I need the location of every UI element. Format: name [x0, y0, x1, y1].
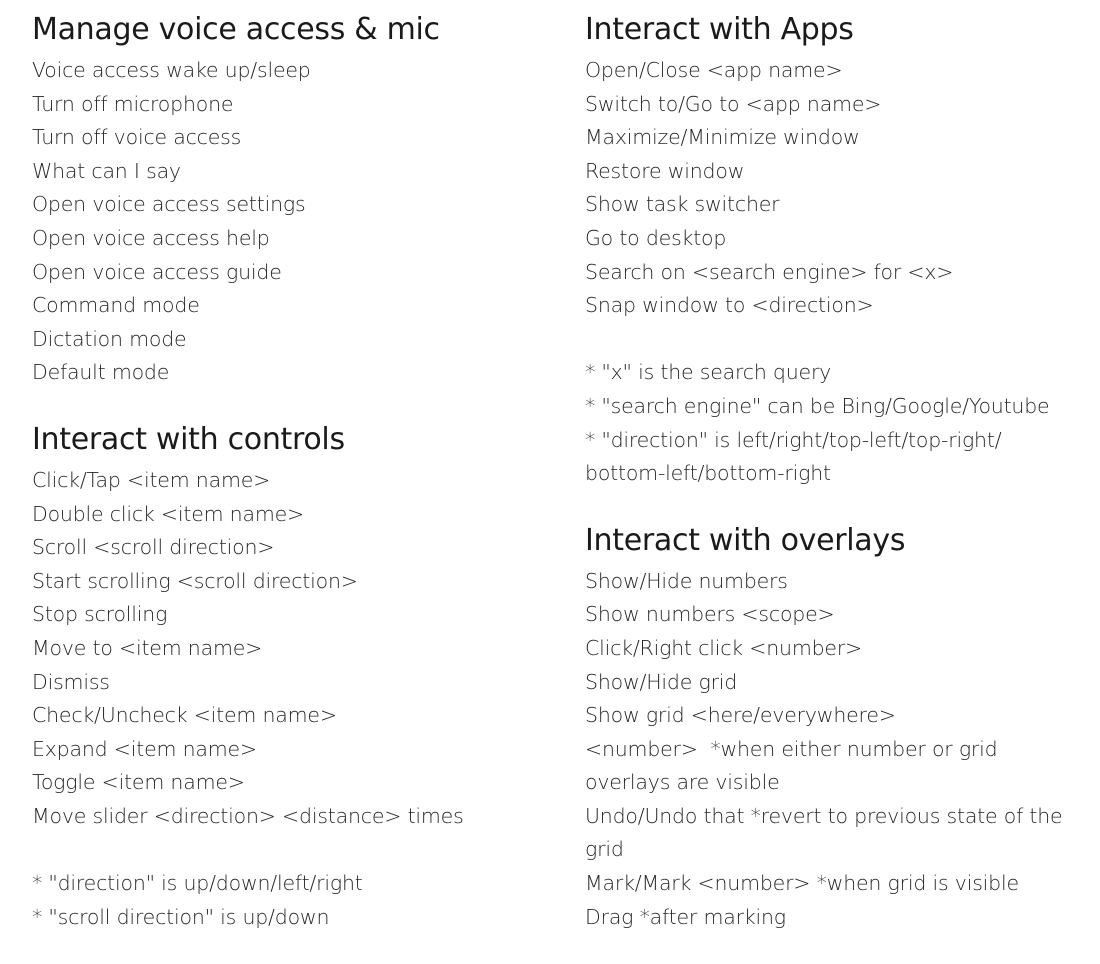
note-item: * "search engine" can be Bing/Google/You… — [585, 393, 1050, 418]
list-item: Search on <search engine> for <x> — [585, 259, 954, 284]
list-item: Check/Uncheck <item name> — [32, 703, 337, 728]
list-item: Double click <item name> — [32, 501, 305, 526]
list-item: Move slider <direction> <distance> times — [32, 803, 464, 828]
list-item: Scroll <scroll direction> — [32, 535, 275, 560]
apps-list: Open/Close <app name> Switch to/Go to <a… — [585, 54, 1095, 491]
list-item: Restore window — [585, 158, 745, 183]
list-item: Switch to/Go to <app name> — [585, 91, 882, 116]
list-item: Show task switcher — [585, 192, 780, 217]
note-item: * "x" is the search query — [585, 360, 832, 385]
list-item: Toggle <item name> — [32, 770, 245, 795]
list-item: Move to <item name> — [32, 635, 263, 660]
list-item: Open/Close <app name> — [585, 58, 843, 82]
list-item: Stop scrolling — [32, 602, 168, 627]
list-item: Show numbers <scope> — [585, 602, 835, 627]
list-item: Turn off microphone — [32, 91, 234, 116]
list-item: Turn off voice access — [32, 125, 242, 150]
list-item: Voice access wake up/sleep — [32, 58, 311, 82]
list-item: Drag *after marking — [585, 904, 786, 929]
section-title-controls: Interact with controls — [32, 421, 345, 457]
overlays-list: Show/Hide numbers Show numbers <scope> C… — [585, 565, 1095, 935]
list-item: Snap window to <direction> — [585, 293, 874, 318]
list-item: Show/Hide numbers — [585, 568, 788, 593]
list-item: overlays are visible — [585, 770, 780, 795]
list-item: What can I say — [32, 158, 181, 183]
controls-list: Click/Tap <item name> Double click <item… — [32, 464, 552, 934]
list-item: Undo/Undo that *revert to previous state… — [585, 803, 1063, 828]
note-item: bottom-left/bottom-right — [585, 461, 831, 486]
list-item: <number> *when either number or grid — [585, 736, 998, 761]
section-title-voice-access: Manage voice access & mic — [32, 12, 440, 47]
note-item: * "direction" is up/down/left/right — [32, 871, 363, 896]
list-item: Mark/Mark <number> *when grid is visible — [585, 871, 1019, 896]
list-item: Expand <item name> — [32, 736, 257, 761]
list-item: Show grid <here/everywhere> — [585, 703, 896, 728]
list-item: Click/Tap <item name> — [32, 467, 271, 492]
voice-access-list: Voice access wake up/sleep Turn off micr… — [32, 54, 552, 390]
list-item: Go to desktop — [585, 225, 727, 250]
list-item: Open voice access guide — [32, 259, 282, 284]
left-column: Manage voice access & mic Voice access w… — [32, 0, 552, 934]
right-column: Interact with Apps Open/Close <app name>… — [585, 0, 1095, 934]
list-item: Default mode — [32, 360, 170, 385]
list-item: Open voice access help — [32, 225, 270, 250]
list-item: Dismiss — [32, 669, 110, 694]
list-item: Dictation mode — [32, 326, 187, 351]
section-title-overlays: Interact with overlays — [585, 522, 906, 558]
list-item: grid — [585, 837, 624, 862]
list-item: Open voice access settings — [32, 192, 306, 217]
note-item: * "direction" is left/right/top-left/top… — [585, 427, 1002, 452]
section-title-apps: Interact with Apps — [585, 12, 854, 47]
list-item: Command mode — [32, 293, 200, 318]
note-item: * "scroll direction" is up/down — [32, 904, 330, 929]
list-item: Start scrolling <scroll direction> — [32, 568, 358, 593]
list-item: Click/Right click <number> — [585, 635, 863, 660]
list-item: Show/Hide grid — [585, 669, 738, 694]
list-item: Maximize/Minimize window — [585, 125, 860, 150]
